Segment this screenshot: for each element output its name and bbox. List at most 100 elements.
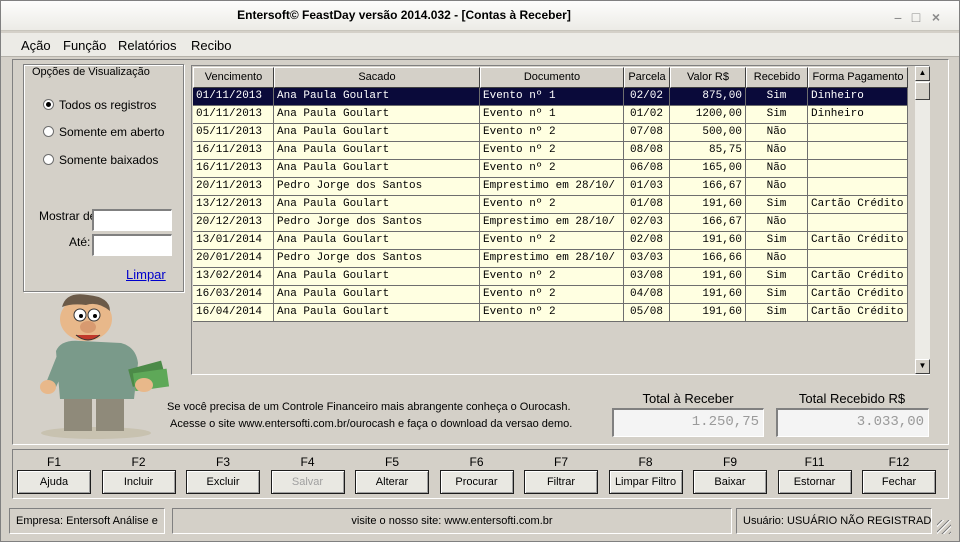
cell-amount: 191,60 (670, 232, 746, 250)
column-header-document[interactable]: Documento (480, 67, 624, 88)
estornar-button[interactable]: Estornar (777, 470, 852, 494)
radio-all-records[interactable] (43, 99, 54, 110)
cell-amount: 191,60 (670, 304, 746, 322)
cell-installment: 02/03 (624, 214, 670, 232)
fkey-label-f12: F12 (888, 455, 910, 469)
status-user: Usuário: USUÁRIO NÃO REGISTRADO (736, 508, 932, 534)
close-icon[interactable]: × (929, 10, 943, 24)
fkey-label-f3: F3 (215, 455, 230, 469)
cell-due-date: 20/12/2013 (193, 214, 274, 232)
column-header-payer[interactable]: Sacado (274, 67, 480, 88)
status-company: Empresa: Entersoft Análise e (9, 508, 165, 534)
column-header-due-date[interactable]: Vencimento (193, 67, 274, 88)
cell-payer: Ana Paula Goulart (274, 286, 480, 304)
cell-payer: Ana Paula Goulart (274, 304, 480, 322)
table-row[interactable]: 01/11/2013 Ana Paula Goulart Evento nº 1 01… (193, 106, 908, 124)
table-row[interactable]: 20/11/2013 Pedro Jorge dos Santos Empresti… (193, 178, 908, 196)
column-header-installment[interactable]: Parcela (624, 67, 670, 88)
cell-payer: Pedro Jorge dos Santos (274, 214, 480, 232)
fkey-label-f1: F1 (46, 455, 61, 469)
table-row[interactable]: 05/11/2013 Ana Paula Goulart Evento nº 2 07… (193, 124, 908, 142)
cell-payment-method: Cartão Crédito (808, 232, 908, 250)
menu-funcao[interactable]: Função (63, 38, 106, 53)
cell-payment-method: Cartão Crédito (808, 286, 908, 304)
to-date-field[interactable] (92, 234, 172, 256)
total-received-label: Total Recebido R$ (798, 391, 906, 406)
fkey-label-f4: F4 (300, 455, 315, 469)
fkey-label-f8: F8 (638, 455, 653, 469)
alterar-button[interactable]: Alterar (355, 470, 429, 494)
scroll-thumb[interactable] (915, 82, 930, 100)
status-site: visite o nosso site: www.entersofti.com.… (172, 508, 732, 534)
clear-dates-link[interactable]: Limpar (126, 267, 166, 282)
column-header-payment-method[interactable]: Forma Pagamento (808, 67, 908, 88)
scroll-up-icon[interactable]: ▲ (915, 66, 930, 81)
column-header-amount[interactable]: Valor R$ (670, 67, 746, 88)
cell-document: Evento nº 2 (480, 196, 624, 214)
cell-payment-method: Cartão Crédito (808, 196, 908, 214)
grid-vertical-scrollbar[interactable]: ▲ ▼ (915, 66, 930, 374)
table-row[interactable]: 01/11/2013 Ana Paula Goulart Evento nº 1 02… (193, 88, 908, 106)
excluir-button[interactable]: Excluir (186, 470, 260, 494)
promo-line-2: Acesse o site www.entersofti.com.br/ouro… (170, 418, 573, 430)
fkey-label-f2: F2 (131, 455, 146, 469)
cell-due-date: 13/01/2014 (193, 232, 274, 250)
radio-settled-only-label[interactable]: Somente baixados (59, 153, 158, 167)
radio-settled-only[interactable] (43, 154, 54, 165)
radio-open-only-label[interactable]: Somente em aberto (59, 125, 164, 139)
limpar-filtro-button[interactable]: Limpar Filtro (608, 470, 683, 494)
cell-received: Não (746, 142, 808, 160)
radio-open-only[interactable] (43, 126, 54, 137)
cell-installment: 02/02 (624, 88, 670, 106)
table-row[interactable]: 13/01/2014 Ana Paula Goulart Evento nº 2 02… (193, 232, 908, 250)
cell-installment: 02/08 (624, 232, 670, 250)
cell-payment-method (808, 214, 908, 232)
cell-payer: Pedro Jorge dos Santos (274, 250, 480, 268)
resize-grip-icon[interactable] (937, 520, 951, 534)
menu-acao[interactable]: Ação (21, 38, 51, 53)
cell-amount: 875,00 (670, 88, 746, 106)
cell-payment-method: Dinheiro (808, 106, 908, 124)
cell-document: Emprestimo em 28/10/ (480, 178, 624, 196)
radio-all-records-label[interactable]: Todos os registros (59, 98, 156, 112)
cell-amount: 165,00 (670, 160, 746, 178)
table-row[interactable]: 16/11/2013 Ana Paula Goulart Evento nº 2 06… (193, 160, 908, 178)
cell-payment-method: Dinheiro (808, 88, 908, 106)
mascot-illustration (40, 294, 170, 439)
procurar-button[interactable]: Procurar (439, 470, 514, 494)
table-row[interactable]: 16/11/2013 Ana Paula Goulart Evento nº 2 08… (193, 142, 908, 160)
column-header-received[interactable]: Recebido (746, 67, 808, 88)
fechar-button[interactable]: Fechar (862, 470, 936, 494)
cell-payer: Ana Paula Goulart (274, 124, 480, 142)
salvar-button[interactable]: Salvar (270, 470, 345, 494)
table-row[interactable]: 13/02/2014 Ana Paula Goulart Evento nº 2 03… (193, 268, 908, 286)
cell-amount: 191,60 (670, 286, 746, 304)
cell-due-date: 16/11/2013 (193, 160, 274, 178)
table-row[interactable]: 20/12/2013 Pedro Jorge dos Santos Empresti… (193, 214, 908, 232)
maximize-icon[interactable]: □ (909, 10, 923, 24)
fkey-label-f7: F7 (553, 455, 568, 469)
cell-installment: 01/08 (624, 196, 670, 214)
table-row[interactable]: 20/01/2014 Pedro Jorge dos Santos Empresti… (193, 250, 908, 268)
from-date-field[interactable] (92, 209, 172, 231)
table-row[interactable]: 16/04/2014 Ana Paula Goulart Evento nº 2 05… (193, 304, 908, 322)
ajuda-button[interactable]: Ajuda (17, 470, 91, 494)
cell-installment: 03/03 (624, 250, 670, 268)
menu-relatorios[interactable]: Relatórios (118, 38, 177, 53)
cell-received: Sim (746, 232, 808, 250)
cell-installment: 07/08 (624, 124, 670, 142)
cell-document: Evento nº 1 (480, 106, 624, 124)
cell-due-date: 01/11/2013 (193, 88, 274, 106)
menu-recibo[interactable]: Recibo (191, 38, 231, 53)
table-row[interactable]: 13/12/2013 Ana Paula Goulart Evento nº 2 01… (193, 196, 908, 214)
scroll-down-icon[interactable]: ▼ (915, 359, 930, 374)
table-row[interactable]: 16/03/2014 Ana Paula Goulart Evento nº 2 04… (193, 286, 908, 304)
filtrar-button[interactable]: Filtrar (524, 470, 598, 494)
fkey-label-f9: F9 (722, 455, 737, 469)
cell-due-date: 13/12/2013 (193, 196, 274, 214)
cell-due-date: 05/11/2013 (193, 124, 274, 142)
view-options-legend: Opções de Visualização (30, 66, 152, 78)
baixar-button[interactable]: Baixar (693, 470, 767, 494)
incluir-button[interactable]: Incluir (101, 470, 176, 494)
minimize-icon[interactable]: − (891, 11, 905, 25)
